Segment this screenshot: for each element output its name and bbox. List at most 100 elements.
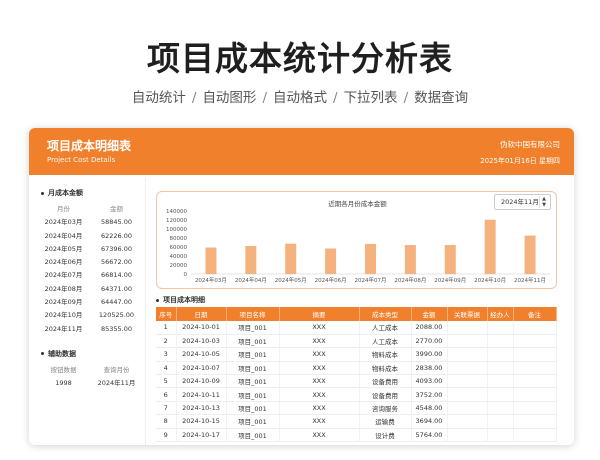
table-cell[interactable] <box>487 334 514 349</box>
bar-2024年09月[interactable] <box>444 244 456 274</box>
table-cell[interactable]: 项目_001 <box>226 401 280 416</box>
table-cell[interactable]: 设计费 <box>359 428 412 443</box>
column-header[interactable]: 摘要 <box>279 307 360 321</box>
table-cell[interactable] <box>487 414 514 429</box>
table-cell[interactable]: XXX <box>279 321 360 335</box>
table-cell[interactable]: 项目_001 <box>226 374 280 389</box>
table-cell[interactable] <box>487 428 514 443</box>
table-cell[interactable]: 咨询服务 <box>359 401 412 416</box>
table-cell[interactable]: 项目_001 <box>226 414 280 429</box>
table-cell[interactable]: 5764.00 <box>411 428 448 443</box>
table-cell[interactable] <box>447 347 488 362</box>
table-cell[interactable] <box>487 387 514 402</box>
table-cell[interactable]: 运输费 <box>359 414 412 429</box>
bar-2024年03月[interactable] <box>205 247 217 274</box>
table-cell[interactable]: 9 <box>156 428 177 443</box>
table-cell[interactable]: 3694.00 <box>411 414 448 429</box>
table-cell[interactable]: 项目_001 <box>226 428 280 443</box>
table-cell[interactable]: 4548.00 <box>411 401 448 416</box>
column-header[interactable]: 备注 <box>513 307 557 321</box>
table-cell[interactable] <box>447 387 488 402</box>
table-cell[interactable]: 人工成本 <box>359 321 412 335</box>
table-cell[interactable] <box>487 374 514 389</box>
table-cell[interactable]: 人工成本 <box>359 334 412 349</box>
query-month-value[interactable]: 2024年11月 <box>90 377 143 390</box>
bar-2024年07月[interactable] <box>365 243 376 274</box>
table-cell[interactable]: XXX <box>279 334 360 349</box>
table-cell[interactable] <box>447 334 488 349</box>
table-cell[interactable]: 项目_001 <box>226 321 280 335</box>
table-cell[interactable] <box>487 347 514 362</box>
table-cell[interactable]: 2770.00 <box>411 334 448 349</box>
table-cell[interactable]: 设备费用 <box>359 374 412 389</box>
table-cell[interactable]: 3 <box>156 347 177 362</box>
table-cell[interactable] <box>513 414 557 429</box>
table-cell[interactable] <box>487 361 514 376</box>
bar-2024年11月[interactable] <box>524 235 536 274</box>
table-cell[interactable]: XXX <box>279 361 360 376</box>
table-cell[interactable]: 4 <box>156 361 177 376</box>
table-cell[interactable]: XXX <box>279 347 360 362</box>
table-cell[interactable]: 2024-10-07 <box>176 361 227 376</box>
table-cell[interactable] <box>513 401 557 416</box>
bar-2024年08月[interactable] <box>404 245 416 274</box>
table-cell[interactable]: 项目_001 <box>226 334 280 349</box>
table-cell[interactable]: 项目_001 <box>226 361 280 376</box>
column-header[interactable]: 成本类型 <box>359 307 412 321</box>
table-cell[interactable]: 物料成本 <box>359 361 412 376</box>
table-cell[interactable]: 3752.00 <box>411 387 448 402</box>
bar-2024年04月[interactable] <box>245 245 257 274</box>
table-cell[interactable]: XXX <box>279 387 360 402</box>
table-cell[interactable] <box>487 401 514 416</box>
table-cell[interactable] <box>487 321 514 335</box>
table-cell[interactable]: XXX <box>279 428 360 443</box>
column-header[interactable]: 经办人 <box>487 307 514 321</box>
table-cell[interactable] <box>447 321 488 335</box>
table-cell[interactable]: 7 <box>156 401 177 416</box>
table-cell[interactable]: 3990.00 <box>411 347 448 362</box>
table-cell[interactable]: XXX <box>279 401 360 416</box>
table-cell[interactable]: 项目_001 <box>226 387 280 402</box>
table-cell[interactable] <box>513 347 557 362</box>
table-cell[interactable]: 2024-10-09 <box>176 374 227 389</box>
table-cell[interactable]: 2024-10-13 <box>176 401 227 416</box>
bar-2024年05月[interactable] <box>285 243 297 274</box>
table-cell[interactable]: 2838.00 <box>411 361 448 376</box>
table-cell[interactable] <box>513 374 557 389</box>
table-cell[interactable]: 6 <box>156 387 177 402</box>
table-cell[interactable]: 2024-10-03 <box>176 334 227 349</box>
column-header[interactable]: 序号 <box>156 307 177 321</box>
table-cell[interactable]: 2024-10-05 <box>176 347 227 362</box>
table-cell[interactable]: 物料成本 <box>359 347 412 362</box>
bar-2024年06月[interactable] <box>325 248 337 274</box>
button-data-value[interactable]: 1998 <box>37 377 90 390</box>
table-cell[interactable]: 4093.00 <box>411 374 448 389</box>
table-cell[interactable]: 2024-10-17 <box>176 428 227 443</box>
table-cell[interactable]: 设备费用 <box>359 387 412 402</box>
table-cell[interactable]: 2024-10-15 <box>176 414 227 429</box>
bar-2024年10月[interactable] <box>484 219 496 274</box>
table-cell[interactable]: 2088.00 <box>411 321 448 335</box>
table-cell[interactable]: 2024-10-01 <box>176 321 227 335</box>
table-cell[interactable] <box>447 428 488 443</box>
column-header[interactable]: 关联票据 <box>447 307 488 321</box>
spinner-arrows-icon[interactable]: ▲ ▼ <box>539 196 548 208</box>
table-cell[interactable] <box>447 401 488 416</box>
table-cell[interactable]: XXX <box>279 414 360 429</box>
table-cell[interactable]: 项目_001 <box>226 347 280 362</box>
table-cell[interactable]: 2024-10-11 <box>176 387 227 402</box>
table-cell[interactable] <box>513 428 557 443</box>
month-selector[interactable]: 2024年11月 ▲ ▼ <box>494 194 551 210</box>
table-cell[interactable]: 1 <box>156 321 177 335</box>
table-cell[interactable] <box>513 361 557 376</box>
table-cell[interactable] <box>513 334 557 349</box>
table-cell[interactable] <box>513 321 557 335</box>
table-cell[interactable] <box>447 374 488 389</box>
column-header[interactable]: 金额 <box>411 307 448 321</box>
table-cell[interactable]: 2 <box>156 334 177 349</box>
table-cell[interactable] <box>447 414 488 429</box>
column-header[interactable]: 日期 <box>176 307 227 321</box>
table-cell[interactable]: 5 <box>156 374 177 389</box>
table-cell[interactable] <box>447 361 488 376</box>
column-header[interactable]: 项目名称 <box>226 307 280 321</box>
